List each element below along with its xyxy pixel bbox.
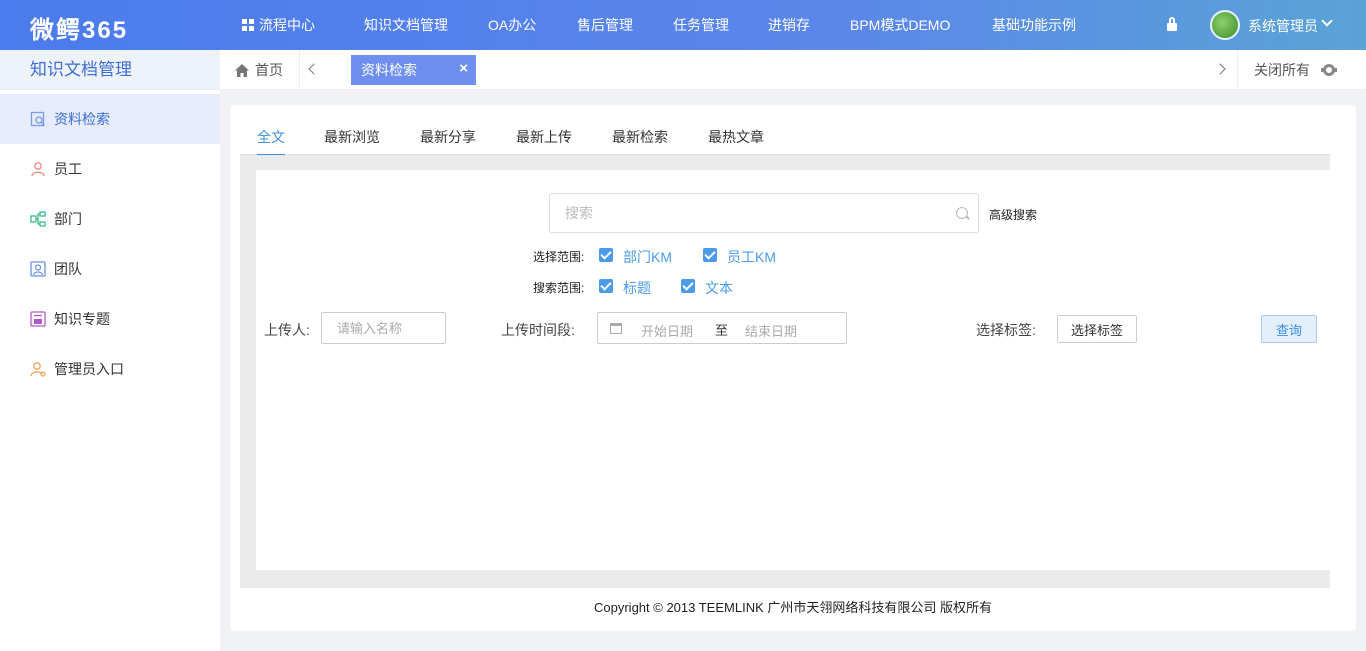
subtab-bar: 全文 最新浏览 最新分享 最新上传 最新检索 最热文章 bbox=[240, 123, 1330, 156]
org-chart-icon bbox=[30, 211, 46, 227]
search-scope-label: 搜索范围: bbox=[533, 281, 585, 295]
nav-item-label: 流程中心 bbox=[259, 17, 315, 33]
tab-home[interactable]: 首页 bbox=[220, 50, 300, 90]
chevron-down-icon[interactable] bbox=[1321, 15, 1333, 27]
nav-item-oa[interactable]: OA办公 bbox=[488, 0, 577, 50]
app-logo[interactable]: 微鳄365 bbox=[30, 10, 128, 45]
lock-icon[interactable] bbox=[1167, 17, 1177, 31]
gear-icon[interactable] bbox=[1321, 64, 1337, 76]
date-separator: 至 bbox=[715, 323, 729, 338]
nav-item-knowledge-doc[interactable]: 知识文档管理 bbox=[364, 0, 488, 50]
sidebar-item-employee[interactable]: 员工 bbox=[0, 144, 220, 194]
team-icon bbox=[30, 261, 46, 277]
main-panel: 全文 最新浏览 最新分享 最新上传 最新检索 最热文章 高级搜索 选择范围: 部… bbox=[230, 105, 1356, 631]
checkbox-staff-km-label[interactable]: 员工KM bbox=[727, 247, 776, 267]
select-tag-button[interactable]: 选择标签 bbox=[1057, 315, 1137, 343]
scope-label: 选择范围: bbox=[533, 250, 585, 264]
query-button[interactable]: 查询 bbox=[1261, 315, 1317, 343]
search-input[interactable] bbox=[549, 193, 979, 233]
date-start-input[interactable]: 开始日期 bbox=[641, 321, 693, 340]
home-icon bbox=[235, 63, 249, 77]
user-name[interactable]: 系统管理员 bbox=[1248, 16, 1318, 36]
subtab-recent-searched[interactable]: 最新检索 bbox=[612, 127, 668, 147]
sidebar-item-team[interactable]: 团队 bbox=[0, 244, 220, 294]
uploader-label: 上传人: bbox=[264, 322, 310, 338]
checkbox-title[interactable] bbox=[599, 279, 613, 293]
sidebar-item-label: 员工 bbox=[54, 161, 82, 177]
search-doc-icon bbox=[30, 111, 46, 127]
sidebar: 知识文档管理 资料检索 员工 部门 团队 知识专题 管理员入口 bbox=[0, 50, 220, 651]
nav-item-process-center[interactable]: 流程中心 bbox=[242, 0, 364, 50]
admin-icon bbox=[30, 361, 46, 377]
chevron-left-icon[interactable] bbox=[308, 63, 320, 75]
checkbox-text-label[interactable]: 文本 bbox=[705, 278, 733, 298]
checkbox-staff-km[interactable] bbox=[703, 248, 717, 262]
tab-home-label: 首页 bbox=[255, 62, 283, 78]
nav-item-bpm-demo[interactable]: BPM模式DEMO bbox=[850, 0, 992, 50]
content-frame: 高级搜索 选择范围: 部门KM 员工KM 搜索范围: 标题 文本 上传人: 上传… bbox=[240, 155, 1330, 588]
tab-label: 资料检索 bbox=[361, 62, 417, 78]
sidebar-item-label: 知识专题 bbox=[54, 311, 110, 327]
tag-label: 选择标签: bbox=[976, 322, 1036, 338]
avatar[interactable] bbox=[1210, 10, 1240, 40]
tab-strip: 首页 资料检索 × 关闭所有 bbox=[220, 50, 1366, 90]
close-icon[interactable]: × bbox=[459, 61, 468, 77]
checkbox-dept-km-label[interactable]: 部门KM bbox=[623, 247, 672, 267]
date-range-picker[interactable]: 开始日期 至 结束日期 bbox=[597, 312, 847, 344]
sidebar-item-admin[interactable]: 管理员入口 bbox=[0, 344, 220, 394]
upload-time-label: 上传时间段: bbox=[501, 322, 575, 338]
date-end-input[interactable]: 结束日期 bbox=[745, 321, 797, 340]
sidebar-item-department[interactable]: 部门 bbox=[0, 194, 220, 244]
nav-item-inventory[interactable]: 进销存 bbox=[768, 0, 850, 50]
checkbox-dept-km[interactable] bbox=[599, 248, 613, 262]
subtab-recent-viewed[interactable]: 最新浏览 bbox=[324, 127, 380, 147]
nav-item-tasks[interactable]: 任务管理 bbox=[673, 0, 768, 50]
subtab-fulltext[interactable]: 全文 bbox=[257, 127, 285, 156]
sidebar-item-topic[interactable]: 知识专题 bbox=[0, 294, 220, 344]
subtab-recent-shared[interactable]: 最新分享 bbox=[420, 127, 476, 147]
subtab-recent-uploaded[interactable]: 最新上传 bbox=[516, 127, 572, 147]
sidebar-item-doc-search[interactable]: 资料检索 bbox=[0, 94, 220, 144]
sidebar-item-label: 部门 bbox=[54, 211, 82, 227]
advanced-search-link[interactable]: 高级搜索 bbox=[989, 206, 1037, 223]
nav-item-basic-examples[interactable]: 基础功能示例 bbox=[992, 0, 1092, 50]
top-nav: 流程中心 知识文档管理 OA办公 售后管理 任务管理 进销存 BPM模式DEMO… bbox=[242, 0, 1092, 50]
topic-icon bbox=[30, 311, 46, 327]
grid-icon bbox=[242, 19, 254, 31]
calendar-icon bbox=[610, 323, 622, 334]
uploader-input[interactable] bbox=[321, 312, 446, 344]
checkbox-title-label[interactable]: 标题 bbox=[623, 278, 651, 298]
search-icon[interactable] bbox=[956, 207, 968, 219]
checkbox-text[interactable] bbox=[681, 279, 695, 293]
person-icon bbox=[30, 161, 46, 177]
tab-doc-search[interactable]: 资料检索 × bbox=[351, 55, 476, 85]
sidebar-item-label: 团队 bbox=[54, 261, 82, 277]
search-form: 高级搜索 选择范围: 部门KM 员工KM 搜索范围: 标题 文本 上传人: 上传… bbox=[256, 170, 1330, 570]
close-all-button[interactable]: 关闭所有 bbox=[1237, 50, 1310, 90]
sidebar-item-label: 资料检索 bbox=[54, 111, 110, 127]
top-header: 微鳄365 流程中心 知识文档管理 OA办公 售后管理 任务管理 进销存 BPM… bbox=[0, 0, 1366, 50]
nav-item-after-sales[interactable]: 售后管理 bbox=[577, 0, 673, 50]
subtab-hot-articles[interactable]: 最热文章 bbox=[708, 127, 764, 147]
sidebar-item-label: 管理员入口 bbox=[54, 361, 124, 377]
sidebar-title: 知识文档管理 bbox=[0, 50, 220, 90]
copyright: Copyright © 2013 TEEMLINK 广州市天翎网络科技有限公司 … bbox=[594, 600, 992, 615]
chevron-right-icon[interactable] bbox=[1214, 63, 1226, 75]
